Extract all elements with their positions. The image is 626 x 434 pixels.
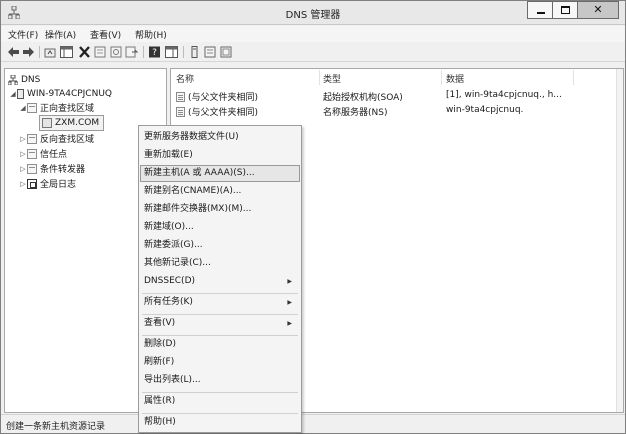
tree-label-trust-points: 信任点 bbox=[40, 150, 68, 160]
properties-icon[interactable] bbox=[94, 46, 107, 58]
refresh-icon[interactable] bbox=[110, 46, 123, 58]
tree-node-zone-zxm[interactable]: ZXM.COM bbox=[38, 115, 105, 131]
record-icon bbox=[176, 92, 185, 102]
folder-icon bbox=[27, 133, 37, 144]
record-data: [1], win-9ta4cpjcnuq., h... bbox=[446, 90, 562, 100]
status-text: 创建一条新主机资源记录 bbox=[6, 422, 106, 432]
tree-node-global-logs[interactable]: ▷ 全局日志 bbox=[19, 177, 76, 190]
action-pane-icon[interactable] bbox=[165, 46, 178, 58]
log-icon bbox=[27, 178, 37, 189]
column-header-data[interactable]: 数据 bbox=[446, 72, 464, 85]
context-menu: 更新服务器数据文件(U) 重新加载(E) 新建主机(A 或 AAAA)(S)..… bbox=[138, 125, 302, 433]
menu-bar: 文件(F) 操作(A) 查看(V) 帮助(H) bbox=[1, 26, 625, 42]
expand-icon[interactable]: ▷ bbox=[19, 150, 27, 158]
menu-view-label: 查看(V) bbox=[144, 318, 176, 328]
tree-label-reverse-lookup: 反向查找区域 bbox=[40, 135, 95, 145]
menu-new-host[interactable]: 新建主机(A 或 AAAA)(S)... bbox=[140, 165, 300, 182]
tree-label-global-logs: 全局日志 bbox=[40, 180, 77, 190]
record-icon bbox=[176, 107, 185, 117]
tree-node-conditional-forwarders[interactable]: ▷ 条件转发器 bbox=[19, 162, 85, 175]
show-hide-tree-icon[interactable] bbox=[60, 46, 73, 58]
menu-all-tasks-label: 所有任务(K) bbox=[144, 297, 193, 307]
menu-view-submenu[interactable]: 查看(V) ▶ bbox=[140, 315, 300, 332]
column-header-name[interactable]: 名称 bbox=[176, 72, 194, 85]
close-button[interactable]: ✕ bbox=[577, 1, 619, 19]
table-row[interactable]: (与父文件夹相同) 起始授权机构(SOA) [1], win-9ta4cpjcn… bbox=[173, 89, 613, 103]
record-type: 名称服务器(NS) bbox=[323, 108, 388, 118]
menu-new-alias[interactable]: 新建别名(CNAME)(A)... bbox=[140, 183, 300, 200]
delete-icon[interactable] bbox=[78, 46, 91, 58]
submenu-arrow-icon: ▶ bbox=[287, 320, 292, 327]
tree-label-forward-lookup: 正向查找区域 bbox=[40, 104, 95, 114]
folder-icon bbox=[27, 148, 37, 159]
record-data: win-9ta4cpjcnuq. bbox=[446, 105, 524, 115]
expand-icon[interactable]: ▷ bbox=[19, 180, 27, 188]
menu-action[interactable]: 操作(A) bbox=[45, 28, 76, 41]
help-icon[interactable]: ? bbox=[148, 46, 161, 58]
menu-help[interactable]: 帮助(H) bbox=[135, 28, 167, 41]
export-list-icon[interactable] bbox=[125, 46, 138, 58]
toolbar: ? bbox=[1, 43, 625, 62]
menu-reload[interactable]: 重新加载(E) bbox=[140, 147, 300, 164]
vertical-scrollbar[interactable] bbox=[616, 69, 623, 412]
forward-icon[interactable] bbox=[22, 46, 35, 58]
tree-node-reverse-lookup[interactable]: ▷ 反向查找区域 bbox=[19, 132, 94, 145]
submenu-arrow-icon: ▶ bbox=[287, 278, 292, 285]
title-bar: DNS 管理器 ✕ bbox=[1, 1, 625, 25]
server-icon[interactable] bbox=[188, 46, 201, 58]
record-name: (与父文件夹相同) bbox=[188, 108, 259, 118]
record-icon[interactable] bbox=[220, 46, 233, 58]
menu-dnssec[interactable]: DNSSEC(D) ▶ bbox=[140, 273, 300, 290]
expand-icon[interactable]: ▷ bbox=[19, 165, 27, 173]
maximize-icon bbox=[561, 6, 570, 14]
back-icon[interactable] bbox=[7, 46, 20, 58]
dns-manager-window: DNS 管理器 ✕ 文件(F) 操作(A) 查看(V) 帮助(H) ? DNS … bbox=[0, 0, 626, 434]
menu-help-item[interactable]: 帮助(H) bbox=[140, 414, 300, 431]
svg-text:?: ? bbox=[152, 48, 157, 58]
menu-delete[interactable]: 删除(D) bbox=[140, 336, 300, 353]
menu-new-delegation[interactable]: 新建委派(G)... bbox=[140, 237, 300, 254]
tree-label-conditional-forwarders: 条件转发器 bbox=[40, 165, 86, 175]
dns-icon bbox=[8, 74, 18, 85]
menu-all-tasks[interactable]: 所有任务(K) ▶ bbox=[140, 294, 300, 311]
close-icon: ✕ bbox=[593, 3, 603, 16]
tree-node-forward-lookup[interactable]: ◢ 正向查找区域 bbox=[19, 101, 94, 114]
collapse-icon[interactable]: ◢ bbox=[19, 104, 27, 112]
record-type: 起始授权机构(SOA) bbox=[323, 93, 403, 103]
tree-node-server[interactable]: ◢ WIN-9TA4CPJCNUQ bbox=[9, 87, 112, 100]
menu-view[interactable]: 查看(V) bbox=[90, 28, 121, 41]
column-header-type[interactable]: 类型 bbox=[323, 72, 341, 85]
zone-icon bbox=[42, 118, 52, 128]
menu-update-server-data-file[interactable]: 更新服务器数据文件(U) bbox=[140, 129, 300, 146]
menu-export-list[interactable]: 导出列表(L)... bbox=[140, 372, 300, 389]
menu-other-new-records[interactable]: 其他新记录(C)... bbox=[140, 255, 300, 272]
menu-dnssec-label: DNSSEC(D) bbox=[144, 276, 196, 286]
minimize-icon bbox=[537, 12, 545, 14]
submenu-arrow-icon: ▶ bbox=[287, 299, 292, 306]
menu-file[interactable]: 文件(F) bbox=[8, 28, 38, 41]
maximize-button[interactable] bbox=[552, 1, 578, 19]
menu-properties[interactable]: 属性(R) bbox=[140, 393, 300, 410]
tree-label-server: WIN-9TA4CPJCNUQ bbox=[27, 88, 112, 99]
menu-new-mail-exchanger[interactable]: 新建邮件交换器(MX)(M)... bbox=[140, 201, 300, 218]
zone-icon[interactable] bbox=[204, 46, 217, 58]
expand-icon[interactable]: ▷ bbox=[19, 135, 27, 143]
tree-node-trust-points[interactable]: ▷ 信任点 bbox=[19, 147, 67, 160]
collapse-icon[interactable]: ◢ bbox=[9, 90, 17, 98]
server-icon bbox=[17, 88, 24, 99]
tree-node-dns[interactable]: DNS bbox=[8, 73, 40, 86]
up-folder-icon[interactable] bbox=[44, 46, 57, 58]
menu-refresh[interactable]: 刷新(F) bbox=[140, 354, 300, 371]
minimize-button[interactable] bbox=[527, 1, 553, 19]
tree-label-dns: DNS bbox=[21, 74, 41, 85]
tree-label-zone-zxm: ZXM.COM bbox=[55, 118, 100, 128]
folder-icon bbox=[27, 102, 37, 113]
status-bar: 创建一条新主机资源记录 bbox=[1, 414, 625, 433]
folder-icon bbox=[27, 163, 37, 174]
record-name: (与父文件夹相同) bbox=[188, 93, 259, 103]
table-row[interactable]: (与父文件夹相同) 名称服务器(NS) win-9ta4cpjcnuq. bbox=[173, 104, 613, 118]
menu-new-domain[interactable]: 新建域(O)... bbox=[140, 219, 300, 236]
